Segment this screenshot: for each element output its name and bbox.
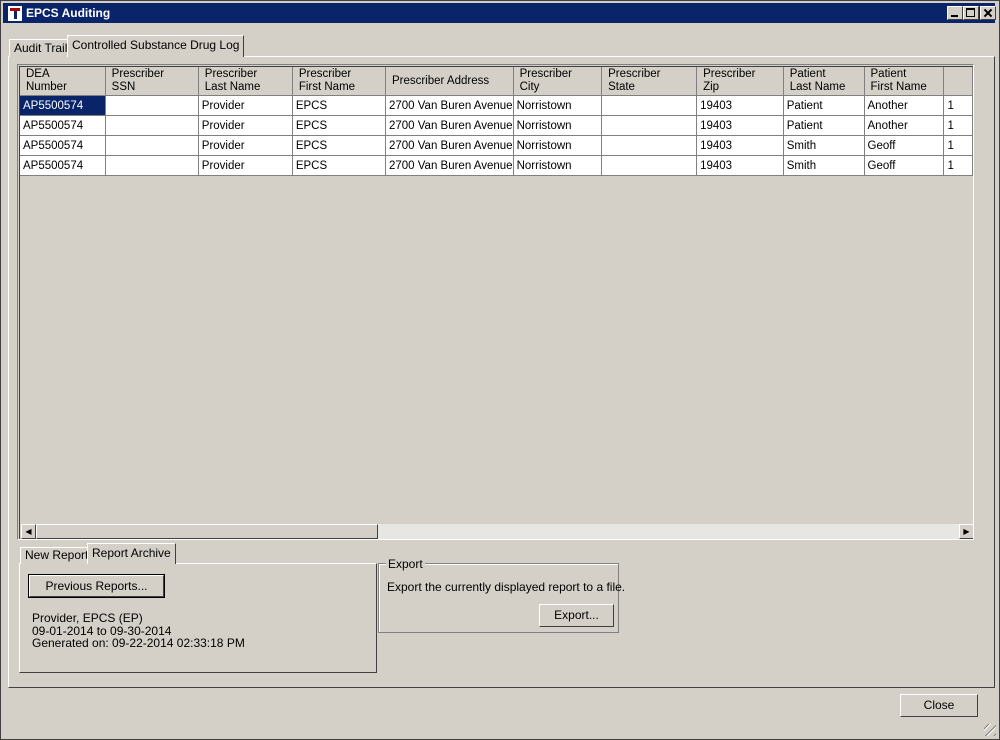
table-cell[interactable]: Patient xyxy=(783,115,865,136)
table-cell[interactable]: EPCS xyxy=(292,95,386,116)
table-cell[interactable]: EPCS xyxy=(292,155,386,176)
table-cell[interactable]: 1 xyxy=(943,95,973,116)
report-info: Provider, EPCS (EP) 09-01-2014 to 09-30-… xyxy=(32,612,245,650)
table-cell[interactable]: Geoff xyxy=(864,135,945,156)
table-cell[interactable]: Patient xyxy=(783,95,865,116)
table-cell[interactable]: 1 xyxy=(943,155,973,176)
table-cell[interactable]: 2700 Van Buren Avenue xyxy=(385,155,514,176)
scroll-left-arrow-icon[interactable]: ◀ xyxy=(21,524,36,539)
table-cell[interactable]: 19403 xyxy=(696,155,784,176)
table-cell[interactable]: AP5500574 xyxy=(20,95,106,116)
table-cell[interactable]: 2700 Van Buren Avenue xyxy=(385,95,514,116)
column-header-next[interactable] xyxy=(943,67,973,96)
tab-report-archive[interactable]: Report Archive xyxy=(87,543,176,564)
table-cell[interactable]: Another xyxy=(864,115,945,136)
table-cell[interactable]: Provider xyxy=(198,135,293,156)
table-cell[interactable] xyxy=(105,155,199,176)
table-cell[interactable]: EPCS xyxy=(292,115,386,136)
app-icon xyxy=(7,5,23,22)
export-group-title: Export xyxy=(386,557,425,571)
window-title: EPCS Auditing xyxy=(26,6,111,20)
report-provider: Provider, EPCS (EP) xyxy=(32,611,143,625)
table-cell[interactable]: Smith xyxy=(783,135,865,156)
title-bar[interactable]: EPCS Auditing xyxy=(3,3,996,23)
resize-grip-icon[interactable] xyxy=(984,724,996,736)
tab-audit-trail[interactable]: Audit Trail xyxy=(9,39,73,57)
table-cell[interactable]: Smith xyxy=(783,155,865,176)
table-cell[interactable]: 19403 xyxy=(696,95,784,116)
tab-new-report[interactable]: New Report xyxy=(20,547,94,564)
table-cell[interactable]: Geoff xyxy=(864,155,945,176)
column-header-prescriber-ssn[interactable]: Prescriber SSN xyxy=(105,67,199,96)
table-cell[interactable]: AP5500574 xyxy=(20,135,106,156)
column-header-prescriber-city[interactable]: Prescriber City xyxy=(513,67,603,96)
close-button[interactable]: Close xyxy=(900,694,978,717)
table-cell[interactable] xyxy=(105,115,199,136)
table-cell[interactable]: Provider xyxy=(198,155,293,176)
table-cell[interactable]: Another xyxy=(864,95,945,116)
maximize-button[interactable] xyxy=(963,6,979,20)
table-cell[interactable]: Norristown xyxy=(513,155,603,176)
table-row[interactable]: AP5500574 Provider EPCS 2700 Van Buren A… xyxy=(20,95,973,116)
table-cell[interactable]: 19403 xyxy=(696,115,784,136)
column-header-patient-last-name[interactable]: Patient Last Name xyxy=(783,67,865,96)
report-generated-on: Generated on: 09-22-2014 02:33:18 PM xyxy=(32,636,245,650)
tab-controlled-substance-drug-log[interactable]: Controlled Substance Drug Log xyxy=(67,35,245,57)
column-header-prescriber-zip[interactable]: Prescriber Zip xyxy=(696,67,784,96)
table-cell[interactable] xyxy=(105,135,199,156)
table-cell[interactable]: 2700 Van Buren Avenue xyxy=(385,135,514,156)
table-cell[interactable]: 19403 xyxy=(696,135,784,156)
table-cell[interactable] xyxy=(601,115,698,136)
column-header-prescriber-address[interactable]: Prescriber Address xyxy=(385,67,514,96)
scrollbar-thumb[interactable] xyxy=(36,524,378,539)
minimize-button[interactable] xyxy=(947,6,963,20)
table-cell[interactable]: EPCS xyxy=(292,135,386,156)
table-cell[interactable]: Provider xyxy=(198,115,293,136)
drug-log-table: DEA Number Prescriber SSN Prescriber Las… xyxy=(20,67,973,176)
table-cell[interactable] xyxy=(601,95,698,116)
table-cell[interactable]: 1 xyxy=(943,135,973,156)
export-button[interactable]: Export... xyxy=(539,604,614,627)
table-cell[interactable] xyxy=(105,95,199,116)
grid-header-row: DEA Number Prescriber SSN Prescriber Las… xyxy=(20,67,973,96)
grid-viewport: DEA Number Prescriber SSN Prescriber Las… xyxy=(19,66,973,539)
table-cell[interactable]: Norristown xyxy=(513,95,603,116)
table-cell[interactable]: Provider xyxy=(198,95,293,116)
column-header-patient-first-name[interactable]: Patient First Name xyxy=(864,67,945,96)
previous-reports-button[interactable]: Previous Reports... xyxy=(29,575,164,597)
column-header-dea-number[interactable]: DEA Number xyxy=(20,67,106,96)
export-description: Export the currently displayed report to… xyxy=(387,580,626,594)
table-cell[interactable] xyxy=(601,135,698,156)
column-header-prescriber-first-name[interactable]: Prescriber First Name xyxy=(292,67,386,96)
table-cell[interactable]: AP5500574 xyxy=(20,155,106,176)
table-cell[interactable]: AP5500574 xyxy=(20,115,106,136)
table-cell[interactable]: Norristown xyxy=(513,135,603,156)
close-window-button[interactable] xyxy=(980,6,996,20)
table-cell[interactable] xyxy=(601,155,698,176)
table-cell[interactable]: Norristown xyxy=(513,115,603,136)
table-row[interactable]: AP5500574 Provider EPCS 2700 Van Buren A… xyxy=(20,155,973,176)
drug-log-grid: DEA Number Prescriber SSN Prescriber Las… xyxy=(17,64,974,540)
scroll-right-arrow-icon[interactable]: ▶ xyxy=(959,524,973,539)
table-row[interactable]: AP5500574 Provider EPCS 2700 Van Buren A… xyxy=(20,135,973,156)
table-cell[interactable]: 2700 Van Buren Avenue xyxy=(385,115,514,136)
horizontal-scrollbar[interactable]: ◀ ▶ xyxy=(21,524,973,539)
table-row[interactable]: AP5500574 Provider EPCS 2700 Van Buren A… xyxy=(20,115,973,136)
table-cell[interactable]: 1 xyxy=(943,115,973,136)
column-header-prescriber-last-name[interactable]: Prescriber Last Name xyxy=(198,67,293,96)
column-header-prescriber-state[interactable]: Prescriber State xyxy=(601,67,698,96)
